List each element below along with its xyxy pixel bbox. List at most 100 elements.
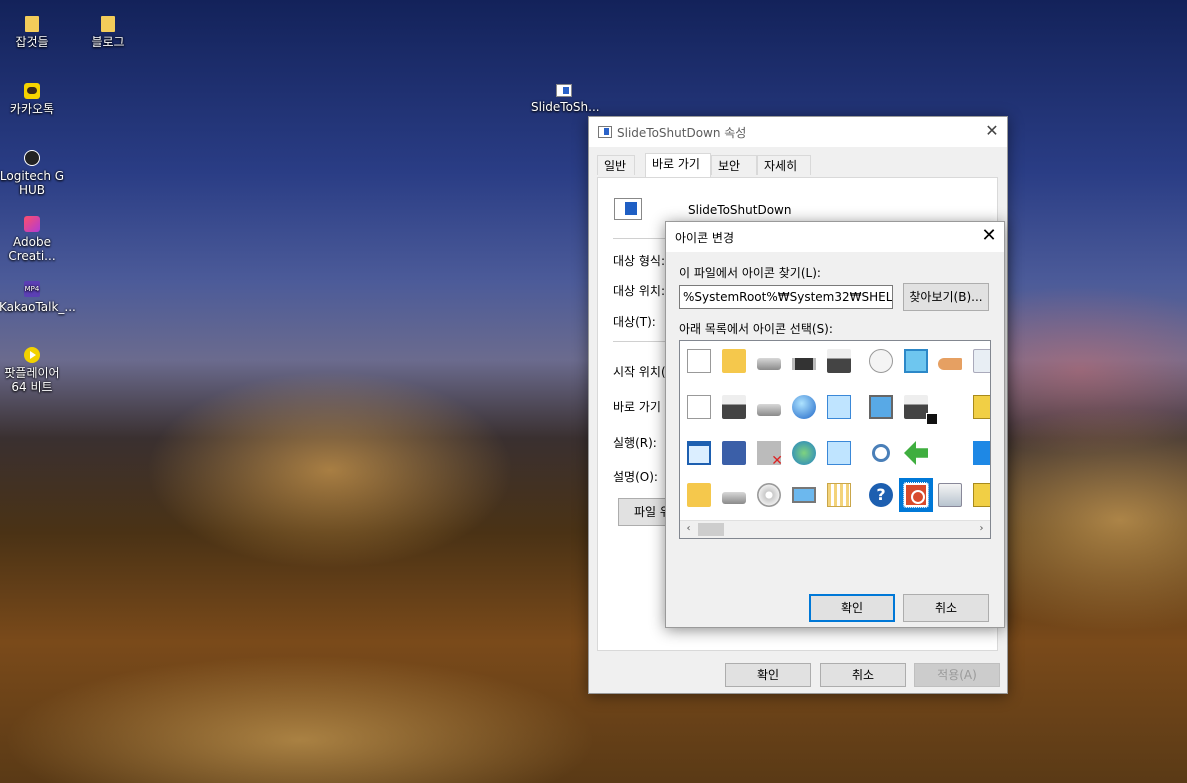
icon-cell[interactable] <box>682 344 716 378</box>
desktop-icon-potplayer[interactable]: 팟플레이어 64 비트 <box>0 347 65 394</box>
desktop-icon-folder-2[interactable]: 블로그 <box>75 16 141 49</box>
icon-cell[interactable] <box>787 478 821 512</box>
icon-cell[interactable] <box>968 478 990 512</box>
desktop-icon-adobe[interactable]: Adobe Creati... <box>0 216 65 263</box>
tools-icon <box>973 483 990 507</box>
icon-cell[interactable] <box>752 436 786 470</box>
cancel-button[interactable]: 취소 <box>903 594 989 622</box>
icon-cell[interactable] <box>717 390 751 424</box>
shortcut-icon <box>556 84 572 97</box>
icon-cell[interactable] <box>752 344 786 378</box>
desktop-icon-label: 블로그 <box>91 35 125 49</box>
icon-cell[interactable] <box>822 478 856 512</box>
ok-button[interactable]: 확인 <box>725 663 811 687</box>
recycle-bin-icon <box>938 483 962 507</box>
desktop-icon-logitech[interactable]: Logitech G HUB <box>0 150 65 197</box>
cancel-button[interactable]: 취소 <box>820 663 906 687</box>
cd-drive-icon <box>757 483 781 507</box>
scrollbar-thumb[interactable] <box>698 523 724 536</box>
icon-cell[interactable] <box>968 390 990 424</box>
icon-cell[interactable] <box>682 436 716 470</box>
icon-cell[interactable] <box>864 344 898 378</box>
logitech-icon <box>24 150 40 166</box>
icon-cell[interactable] <box>717 436 751 470</box>
network-computer-icon <box>827 395 851 419</box>
horizontal-scrollbar[interactable]: ‹ › <box>680 520 990 538</box>
icon-cell-selected[interactable] <box>899 478 933 512</box>
icon-cell[interactable] <box>787 436 821 470</box>
icon-cell[interactable] <box>682 390 716 424</box>
floppy-drive-icon <box>722 441 746 465</box>
scroll-left-icon[interactable]: ‹ <box>680 521 697 538</box>
icon-cell[interactable] <box>717 344 751 378</box>
target-label: 대상(T): <box>613 315 656 329</box>
icon-cell[interactable] <box>752 390 786 424</box>
network-icon <box>827 441 851 465</box>
kakaotalk-icon <box>24 83 40 99</box>
scroll-right-icon[interactable]: › <box>973 521 990 538</box>
icon-cell[interactable] <box>968 436 990 470</box>
start-in-label: 시작 위치( <box>613 365 666 379</box>
icon-cell[interactable] <box>864 436 898 470</box>
icon-cell[interactable] <box>899 344 933 378</box>
memory-chip-icon <box>792 358 816 370</box>
desktop-icon-label: SlideToSh... <box>531 100 600 114</box>
desktop-icon-label: KakaoTalk_... <box>0 300 76 314</box>
desktop-icon-label: Adobe Creati... <box>8 235 56 263</box>
application-window-icon <box>687 441 711 465</box>
icon-cell[interactable] <box>717 478 751 512</box>
camera-icon <box>904 395 938 425</box>
change-icon-title: 아이콘 변경 <box>675 231 735 245</box>
close-icon[interactable]: ✕ <box>977 117 1007 147</box>
icon-file-path-input[interactable]: %SystemRoot%₩System32₩SHELL32.dll <box>679 285 893 309</box>
control-panel-icon <box>869 395 893 419</box>
icon-cell[interactable] <box>787 390 821 424</box>
settings-file-icon <box>973 395 990 419</box>
icon-cell[interactable]: ? <box>864 478 898 512</box>
close-icon[interactable]: ✕ <box>974 222 1004 252</box>
icon-list[interactable]: ? ‹ › <box>679 340 991 539</box>
properties-titlebar[interactable]: SlideToShutDown 속성 ✕ <box>589 117 1007 147</box>
app-icon <box>598 126 612 138</box>
icon-cell[interactable] <box>899 436 933 470</box>
mp4-icon: MP4 <box>24 281 40 297</box>
change-icon-titlebar[interactable]: 아이콘 변경 ✕ <box>666 222 1004 252</box>
icon-cell[interactable] <box>822 344 856 378</box>
browse-button[interactable]: 찾아보기(B)... <box>903 283 989 311</box>
target-type-label: 대상 형식: <box>613 254 666 268</box>
tab-general[interactable]: 일반 <box>597 155 635 175</box>
search-icon <box>872 444 890 462</box>
ok-button[interactable]: 확인 <box>809 594 895 622</box>
properties-title: SlideToShutDown 속성 <box>617 126 747 140</box>
desktop-icon-mp4[interactable]: MP4 KakaoTalk_... <box>0 281 76 314</box>
hard-disk-icon <box>722 492 746 504</box>
desktop-icon-label: 잡것들 <box>15 35 49 49</box>
icon-cell[interactable] <box>864 390 898 424</box>
icon-cell[interactable] <box>752 478 786 512</box>
apply-button[interactable]: 적용(A) <box>914 663 1000 687</box>
shortcut-name: SlideToShutDown <box>688 203 792 217</box>
icon-cell[interactable] <box>822 436 856 470</box>
desktop-icon-kakaotalk[interactable]: 카카오톡 <box>0 83 65 116</box>
blank-document-icon <box>687 349 711 373</box>
adobe-icon <box>24 216 40 232</box>
tab-shortcut[interactable]: 바로 가기 <box>645 153 711 177</box>
folder-icon <box>101 16 115 32</box>
comment-label: 설명(O): <box>613 470 658 484</box>
icon-cell[interactable] <box>933 344 967 378</box>
desktop-icon-folder-1[interactable]: 잡것들 <box>0 16 65 49</box>
potplayer-icon <box>24 347 40 363</box>
icon-cell[interactable] <box>933 478 967 512</box>
icon-cell[interactable] <box>682 478 716 512</box>
desktop-icon-label: 카카오톡 <box>9 102 55 116</box>
icon-cell[interactable] <box>899 390 938 425</box>
tab-security[interactable]: 보안 <box>711 155 757 175</box>
desktop-icon-slidetoshutdown[interactable]: SlideToSh... <box>531 84 600 114</box>
shortcut-key-label: 바로 가기 <box>613 400 661 414</box>
icon-cell[interactable] <box>822 390 856 424</box>
window-screen-icon <box>904 349 928 373</box>
icon-cell[interactable] <box>787 344 821 378</box>
icon-cell[interactable] <box>968 344 990 378</box>
tab-details[interactable]: 자세히 <box>757 155 811 175</box>
document-folder-icon <box>722 349 746 373</box>
